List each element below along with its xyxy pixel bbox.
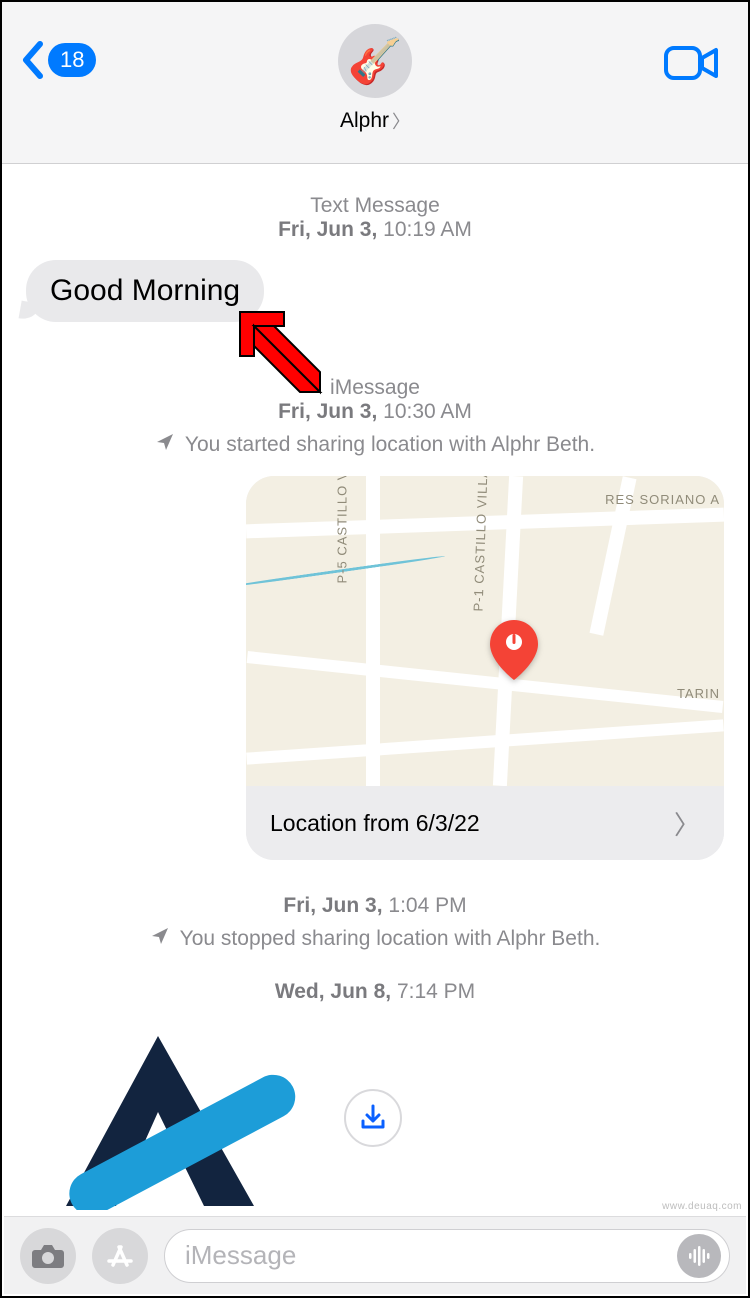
location-caption: Location from 6/3/22 xyxy=(270,810,480,837)
app-store-button[interactable] xyxy=(92,1228,148,1284)
alphr-logo-icon xyxy=(26,1026,316,1210)
conversation-header: 18 🎸 Alphr 〉 xyxy=(2,2,748,164)
map-pin-icon xyxy=(486,618,542,674)
incoming-message-bubble[interactable]: Good Morning xyxy=(26,260,264,322)
camera-button[interactable] xyxy=(20,1228,76,1284)
unread-badge: 18 xyxy=(48,43,96,77)
download-button[interactable] xyxy=(344,1089,402,1147)
contact-avatar[interactable]: 🎸 xyxy=(338,24,412,98)
location-arrow-icon xyxy=(150,926,170,952)
channel-label: iMessage xyxy=(26,376,724,400)
status-text: You stopped sharing location with Alphr … xyxy=(180,927,601,951)
message-input-container[interactable] xyxy=(164,1229,730,1283)
location-card[interactable]: P-5 CASTILLO VILLAGE P-1 CASTILLO VILLAG… xyxy=(246,476,724,860)
image-attachment[interactable] xyxy=(26,1026,316,1210)
watermark: www.deuaq.com xyxy=(662,1201,742,1212)
chevron-right-icon: 〉 xyxy=(674,805,700,842)
download-icon xyxy=(358,1103,388,1133)
message-text: Good Morning xyxy=(50,274,240,307)
location-arrow-icon xyxy=(155,432,175,458)
timestamp: Fri, Jun 3, 1:04 PM xyxy=(26,894,724,918)
timestamp: Fri, Jun 3, 10:19 AM xyxy=(26,218,724,242)
timestamp: Fri, Jun 3, 10:30 AM xyxy=(26,400,724,424)
message-row xyxy=(26,1026,724,1210)
timestamp-block: Wed, Jun 8, 7:14 PM xyxy=(26,980,724,1004)
location-status: You started sharing location with Alphr … xyxy=(26,432,724,458)
timestamp-block: iMessage Fri, Jun 3, 10:30 AM xyxy=(26,376,724,424)
location-caption-row: Location from 6/3/22 〉 xyxy=(246,786,724,860)
channel-label: Text Message xyxy=(26,194,724,218)
contact-name-button[interactable]: Alphr 〉 xyxy=(340,108,410,134)
contact-name-label: Alphr xyxy=(340,109,389,133)
message-thread[interactable]: Text Message Fri, Jun 3, 10:19 AM Good M… xyxy=(2,164,748,1220)
status-text: You started sharing location with Alphr … xyxy=(185,433,595,457)
timestamp-block: Text Message Fri, Jun 3, 10:19 AM xyxy=(26,194,724,242)
app-store-icon xyxy=(103,1239,137,1273)
message-input[interactable] xyxy=(185,1240,677,1271)
chevron-right-icon: 〉 xyxy=(392,108,410,134)
timestamp-block: Fri, Jun 3, 1:04 PM xyxy=(26,894,724,918)
map-preview: P-5 CASTILLO VILLAGE P-1 CASTILLO VILLAG… xyxy=(246,476,724,786)
waveform-icon xyxy=(686,1243,712,1269)
facetime-button[interactable] xyxy=(664,44,720,87)
compose-bar xyxy=(4,1216,746,1294)
guitar-icon: 🎸 xyxy=(348,35,403,87)
chevron-left-icon xyxy=(20,40,44,80)
timestamp: Wed, Jun 8, 7:14 PM xyxy=(26,980,724,1004)
message-row: Good Morning xyxy=(26,260,724,322)
dictation-button[interactable] xyxy=(677,1234,721,1278)
video-icon xyxy=(664,44,720,82)
camera-icon xyxy=(31,1242,65,1270)
location-status: You stopped sharing location with Alphr … xyxy=(26,926,724,952)
message-row: P-5 CASTILLO VILLAGE P-1 CASTILLO VILLAG… xyxy=(26,476,724,860)
back-button[interactable]: 18 xyxy=(20,40,96,80)
